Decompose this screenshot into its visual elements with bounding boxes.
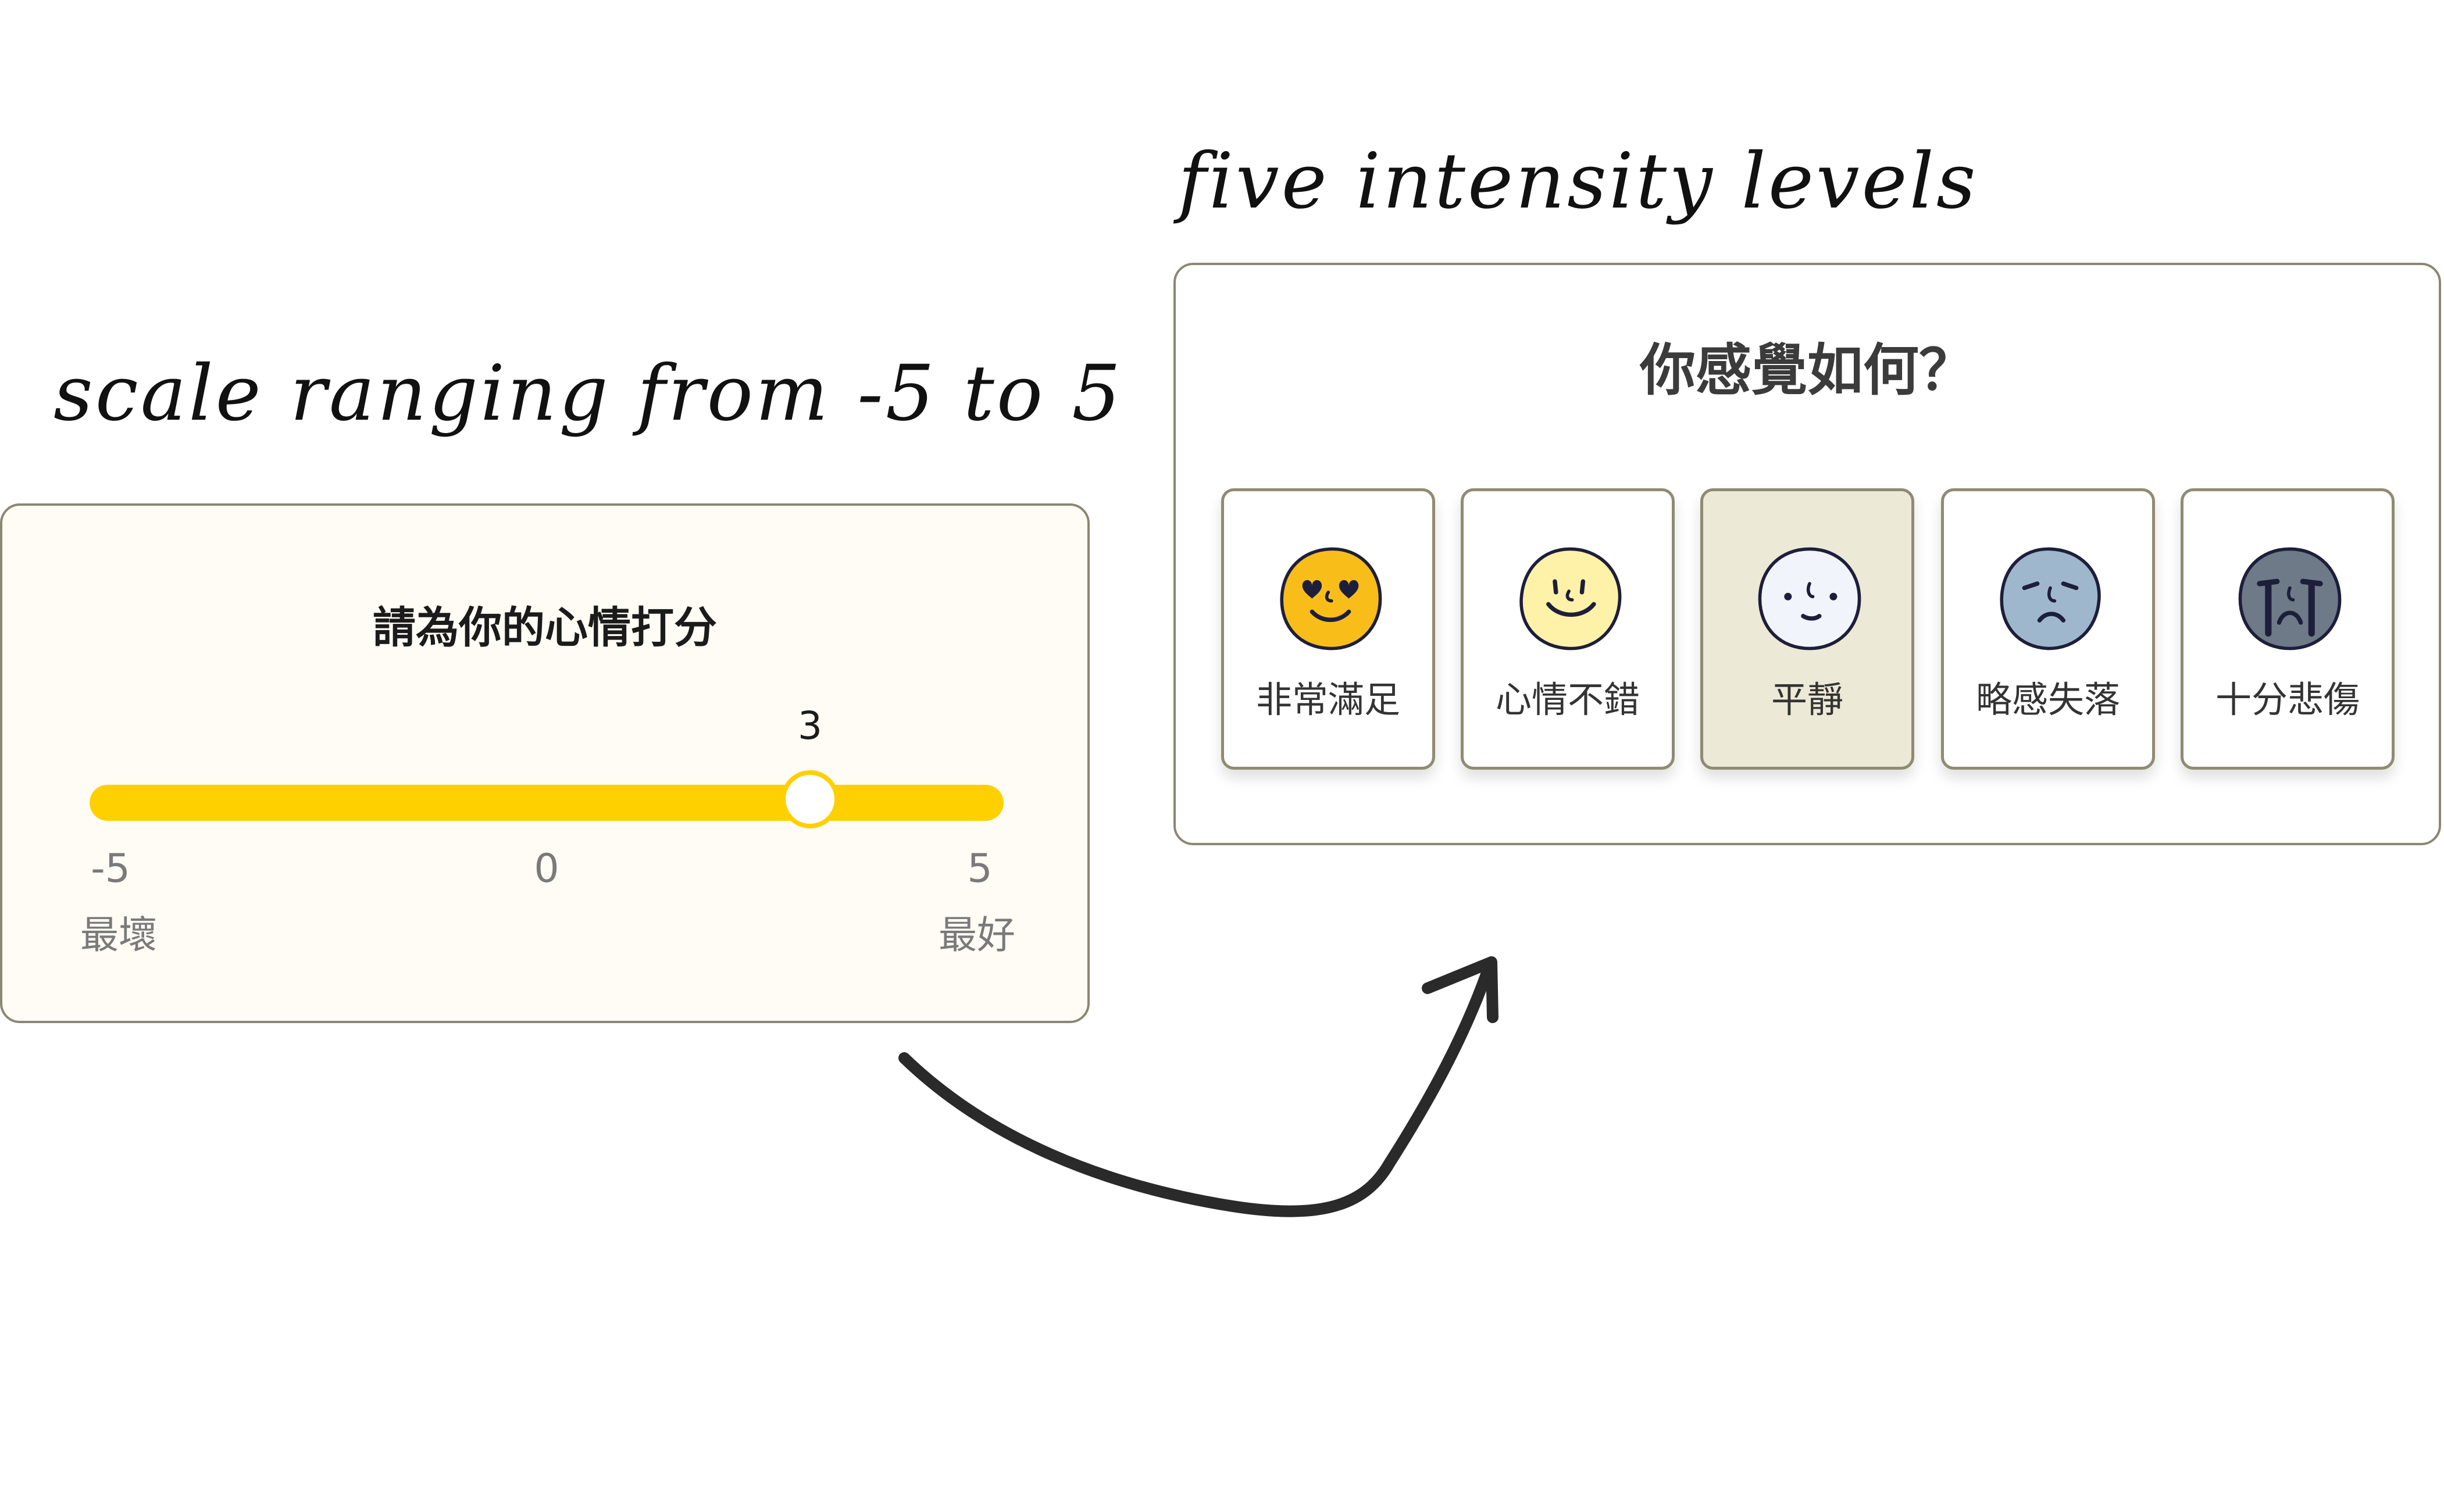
curved-arrow-icon	[898, 956, 1498, 1217]
